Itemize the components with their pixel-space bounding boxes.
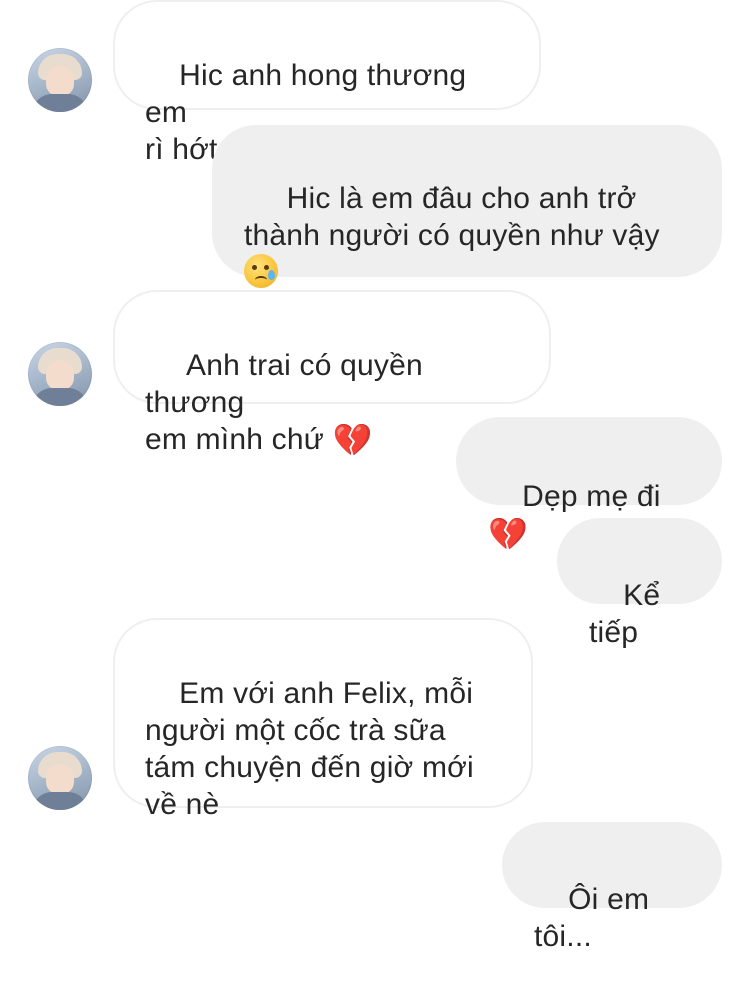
sent-message-bubble[interactable]: Hic là em đâu cho anh trở thành người có… <box>212 125 722 288</box>
sent-message-bubble[interactable]: Dẹp mẹ đi 💔 <box>456 417 722 553</box>
broken-heart-icon: 💔 <box>332 421 373 459</box>
contact-avatar[interactable] <box>28 746 92 810</box>
received-message-bubble[interactable]: Anh trai có quyền thương em mình chứ 💔 <box>113 290 551 459</box>
crying-face-icon <box>244 254 278 288</box>
message-text: Hic là em đâu cho anh trở thành người có… <box>244 182 660 252</box>
sent-message-bubble[interactable]: Kể tiếp <box>557 518 722 649</box>
message-text: Ôi em tôi... <box>534 883 658 953</box>
broken-heart-icon: 💔 <box>488 515 529 553</box>
received-message-bubble[interactable]: Em với anh Felix, mỗi người một cốc trà … <box>113 618 533 821</box>
received-message-bubble[interactable]: Hic anh hong thương em rì hớt <box>113 0 541 166</box>
message-text: Dẹp mẹ đi <box>522 480 670 513</box>
message-text: Kể tiếp <box>589 579 669 649</box>
contact-avatar[interactable] <box>28 342 92 406</box>
sent-message-bubble[interactable]: Ôi em tôi... <box>502 822 722 953</box>
message-text: Anh trai có quyền thương em mình chứ <box>145 349 423 456</box>
message-thread: Hic anh hong thương em rì hớt Hic là em … <box>0 0 750 953</box>
message-text: Em với anh Felix, mỗi người một cốc trà … <box>145 677 474 821</box>
contact-avatar[interactable] <box>28 48 92 112</box>
